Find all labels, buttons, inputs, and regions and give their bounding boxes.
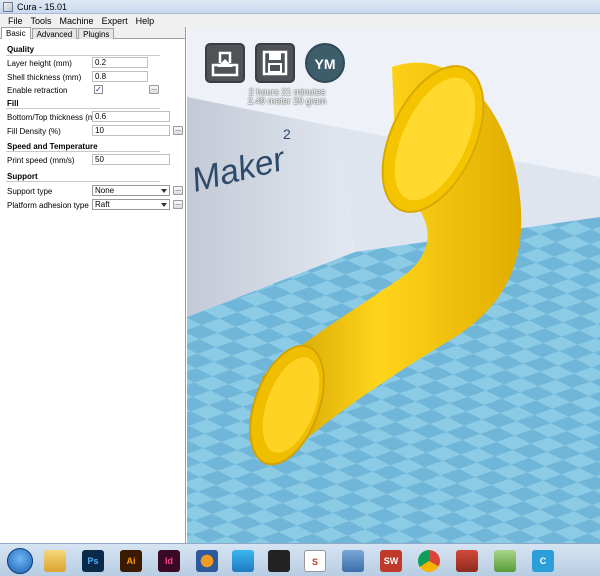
load-model-icon (211, 51, 239, 77)
section-title-quality: Quality (7, 45, 35, 54)
machine-logo-superscript: 2 (283, 126, 291, 142)
section-divider (6, 181, 160, 182)
explorer-icon[interactable] (44, 550, 66, 572)
chrome-icon[interactable] (418, 550, 440, 572)
tab-basic[interactable]: Basic (1, 27, 31, 39)
print-speed-field[interactable]: 50 (92, 154, 170, 165)
settings-app-icon[interactable] (456, 550, 478, 572)
sketchup-icon[interactable]: S (304, 550, 326, 572)
taskbar: Ps Ai Id S SW C (0, 543, 600, 576)
menu-file[interactable]: File (4, 16, 27, 26)
settings-tabs: Basic Advanced Plugins (0, 27, 185, 39)
adhesion-type-select[interactable]: Raft (92, 199, 170, 210)
layer-height-field[interactable]: 0.2 (92, 57, 148, 68)
adhesion-type-label: Platform adhesion type (7, 201, 89, 210)
shell-thickness-label: Shell thickness (mm) (7, 73, 82, 82)
cura-icon[interactable]: C (532, 550, 554, 572)
support-type-label: Support type (7, 187, 53, 196)
tab-plugins[interactable]: Plugins (78, 28, 115, 39)
youmagine-button[interactable]: YM (305, 43, 345, 83)
solidworks-icon[interactable]: SW (380, 550, 402, 572)
title-bar: Cura - 15.01 (0, 0, 600, 14)
menu-machine[interactable]: Machine (56, 16, 98, 26)
section-title-support: Support (7, 172, 38, 181)
arrow-app-icon[interactable] (232, 550, 254, 572)
print-info: 2 hours 21 minutes 2.49 meter 20 gram (227, 88, 347, 106)
3d-viewport[interactable]: Maker 2 YM 2 hours 21 minutes 2.49 meter… (187, 27, 600, 543)
enable-retraction-checkbox[interactable]: ✓ (94, 85, 103, 94)
support-settings-button[interactable]: ... (173, 186, 183, 195)
section-divider (6, 55, 160, 56)
inkscape-icon[interactable] (268, 550, 290, 572)
settings-panel: Basic Advanced Plugins Quality Layer hei… (0, 27, 186, 543)
support-type-value: None (95, 186, 115, 195)
fill-settings-button[interactable]: ... (173, 126, 183, 135)
support-type-select[interactable]: None (92, 185, 170, 196)
section-title-fill: Fill (7, 99, 19, 108)
print-speed-label: Print speed (mm/s) (7, 156, 75, 165)
adhesion-settings-button[interactable]: ... (173, 200, 183, 209)
fill-density-field[interactable]: 10 (92, 125, 170, 136)
menu-expert[interactable]: Expert (98, 16, 132, 26)
bottom-top-thickness-field[interactable]: 0.6 (92, 111, 170, 122)
retraction-settings-button[interactable]: ... (149, 85, 159, 94)
section-divider (6, 108, 160, 109)
app-icon (3, 1, 13, 12)
enable-retraction-label: Enable retraction (7, 86, 68, 95)
menu-help[interactable]: Help (132, 16, 159, 26)
print-material: 2.49 meter 20 gram (247, 96, 327, 106)
photoshop-icon[interactable]: Ps (82, 550, 104, 572)
notepad-icon[interactable] (494, 550, 516, 572)
youmagine-label: YM (314, 56, 336, 72)
chevron-down-icon (161, 203, 167, 207)
save-toolpath-icon (262, 50, 288, 76)
section-divider (6, 151, 160, 152)
load-model-button[interactable] (205, 43, 245, 83)
illustrator-icon[interactable]: Ai (120, 550, 142, 572)
blender-icon[interactable] (196, 550, 218, 572)
adhesion-type-value: Raft (95, 200, 110, 209)
start-orb[interactable] (7, 548, 33, 574)
chevron-down-icon (161, 189, 167, 193)
layer-height-label: Layer height (mm) (7, 59, 72, 68)
menu-bar: File Tools Machine Expert Help (0, 14, 600, 27)
shell-thickness-field[interactable]: 0.8 (92, 71, 148, 82)
menu-tools[interactable]: Tools (27, 16, 56, 26)
indesign-icon[interactable]: Id (158, 550, 180, 572)
window-title: Cura - 15.01 (17, 1, 68, 12)
bottom-top-thickness-label: Bottom/Top thickness (mm) (7, 113, 104, 122)
fill-density-label: Fill Density (%) (7, 127, 61, 136)
section-title-speed: Speed and Temperature (7, 142, 98, 151)
virtualbox-icon[interactable] (342, 550, 364, 572)
tab-advanced[interactable]: Advanced (31, 28, 78, 39)
save-toolpath-button[interactable] (255, 43, 295, 83)
